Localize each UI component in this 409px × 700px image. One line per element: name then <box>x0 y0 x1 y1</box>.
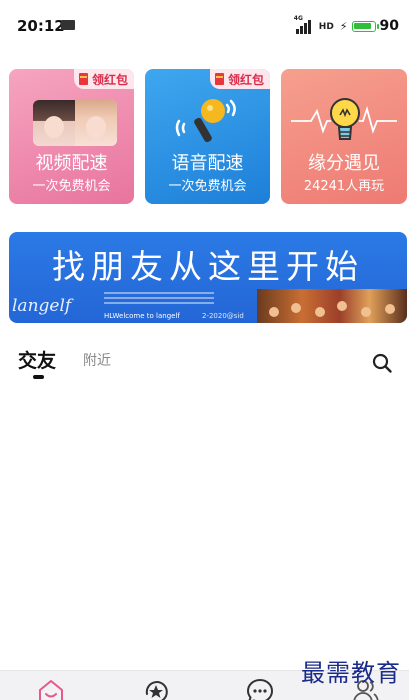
hd-icon: HD <box>318 18 336 34</box>
red-packet-label: 领红包 <box>91 72 128 87</box>
red-envelope-icon <box>78 73 88 85</box>
card-subtitle: 一次免费机会 <box>168 179 247 194</box>
card-title: 缘分遇见 <box>308 153 380 174</box>
tab-nearby[interactable]: 附近 <box>83 350 111 370</box>
red-envelope-icon <box>214 73 224 85</box>
star-refresh-icon[interactable] <box>142 677 170 700</box>
active-tab-indicator <box>33 375 44 379</box>
home-icon[interactable] <box>37 677 65 700</box>
lightbulb-icon <box>291 98 397 140</box>
watermark: 最需教育 <box>301 659 401 687</box>
banner-logo: langelf <box>12 296 72 316</box>
banner-fine-print <box>104 292 214 312</box>
banner-title: 找朋友从这里开始 <box>52 247 364 286</box>
news-icon <box>61 20 75 30</box>
charging-icon: ⚡ <box>339 19 348 33</box>
avatar <box>33 100 75 146</box>
banner-welcome-text: HLWelcome to langelf <box>104 312 180 320</box>
video-match-card[interactable]: 领红包 视频配速 一次免费机会 <box>9 69 134 204</box>
banner-copyright: 2-2020@sid <box>202 312 244 320</box>
red-packet-label: 领红包 <box>227 72 264 87</box>
card-subtitle: 24241人再玩 <box>303 179 385 194</box>
red-packet-badge[interactable]: 领红包 <box>209 69 270 89</box>
red-packet-badge[interactable]: 领红包 <box>73 69 134 89</box>
voice-match-card[interactable]: 领红包 语音配速 一次免费机会 <box>145 69 270 204</box>
fate-encounter-card[interactable]: 缘分遇见 24241人再玩 <box>281 69 407 204</box>
microphone-icon <box>175 99 236 143</box>
promo-banner[interactable]: 找朋友从这里开始 langelf HLWelcome to langelf 2-… <box>9 232 407 323</box>
status-time: 20:12 <box>17 17 65 35</box>
tab-friends[interactable]: 交友 <box>18 346 56 373</box>
hd-label: HD <box>318 22 334 32</box>
avatar <box>75 100 117 146</box>
message-icon[interactable] <box>246 677 274 700</box>
card-title: 视频配速 <box>35 153 108 174</box>
card-title: 语音配速 <box>171 153 244 174</box>
battery-level: 90 <box>379 18 399 34</box>
signal-icon: 4G <box>294 15 314 34</box>
status-indicators: 4G HD ⚡ 90 <box>294 15 399 35</box>
avatar-photos <box>33 100 117 146</box>
card-subtitle: 一次免费机会 <box>32 179 111 194</box>
battery-icon <box>351 20 379 32</box>
search-icon[interactable] <box>371 352 393 374</box>
crowd-photo <box>257 289 407 323</box>
status-bar: 20:12 4G HD ⚡ 90 <box>0 0 409 52</box>
